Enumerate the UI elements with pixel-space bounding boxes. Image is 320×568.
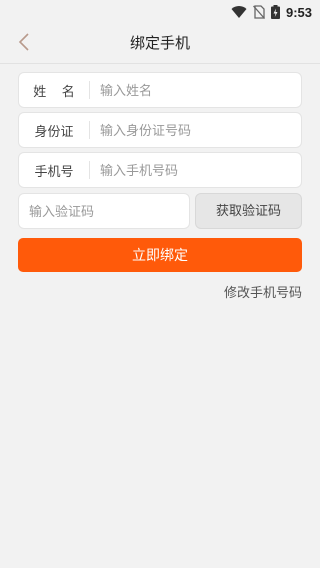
change-phone-link[interactable]: 修改手机号码 bbox=[224, 282, 302, 301]
verification-code-field bbox=[18, 193, 190, 229]
id-card-input[interactable] bbox=[90, 113, 301, 147]
id-card-label: 身份证 bbox=[34, 123, 74, 139]
no-sim-icon bbox=[252, 5, 265, 19]
get-code-button[interactable]: 获取验证码 bbox=[195, 193, 302, 229]
battery-charging-icon bbox=[270, 5, 280, 19]
back-button[interactable] bbox=[10, 30, 38, 58]
name-input[interactable] bbox=[90, 73, 301, 107]
phone-input[interactable] bbox=[90, 153, 301, 187]
name-field: 姓 名 bbox=[18, 72, 302, 108]
bind-now-button[interactable]: 立即绑定 bbox=[18, 238, 302, 272]
chevron-left-icon bbox=[18, 32, 30, 56]
wifi-icon bbox=[231, 5, 247, 19]
phone-label: 手机号 bbox=[34, 163, 74, 179]
page-title: 绑定手机 bbox=[129, 35, 190, 52]
status-time: 9:53 bbox=[285, 4, 312, 20]
verification-code-input[interactable] bbox=[19, 194, 189, 228]
status-bar: 9:53 bbox=[0, 0, 320, 24]
phone-field: 手机号 bbox=[18, 152, 302, 188]
id-card-field: 身份证 bbox=[18, 112, 302, 148]
navigation-bar: 绑定手机 bbox=[0, 24, 320, 64]
name-label: 姓 名 bbox=[33, 83, 81, 99]
